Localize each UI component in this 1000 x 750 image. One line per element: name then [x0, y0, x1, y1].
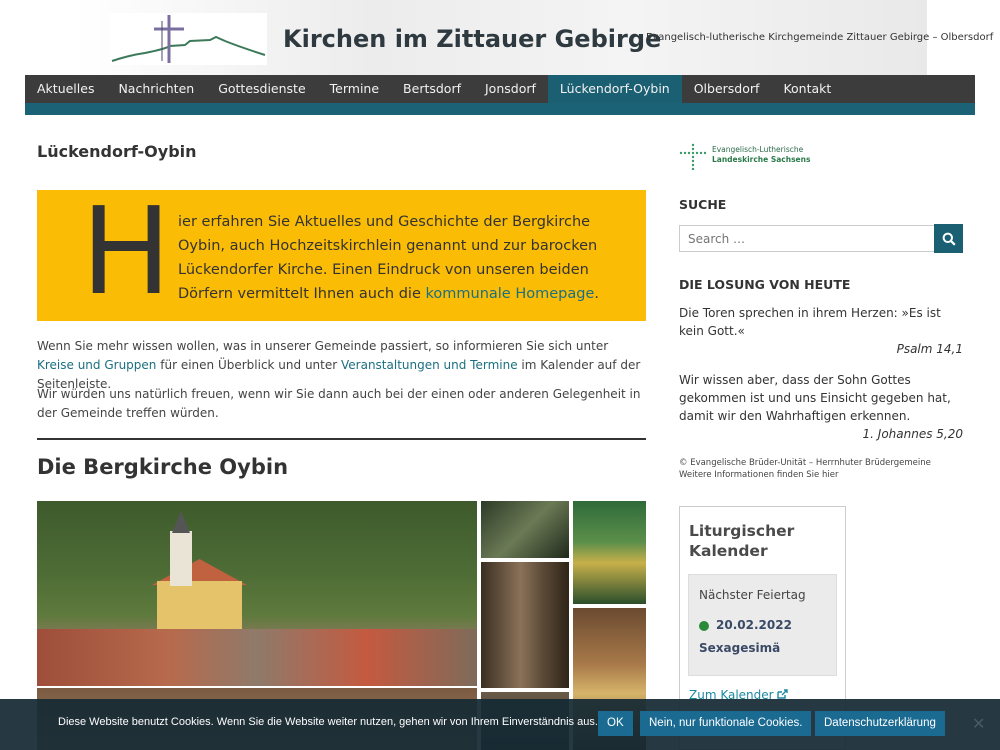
nav-accent-stripe — [25, 103, 975, 115]
losung-text-2: Wir wissen aber, dass der Sohn Gottes ge… — [679, 373, 951, 423]
cookie-ok-button[interactable]: OK — [598, 711, 633, 736]
cookie-message: Diese Website benutzt Cookies. Wenn Sie … — [58, 716, 598, 728]
next-holiday-box: Nächster Feiertag 20.02.2022 Sexagesimä — [688, 574, 837, 676]
divider — [37, 438, 646, 440]
losung-copyright: © Evangelische Brüder-Unität – Herrnhute… — [679, 458, 931, 468]
site-header: Kirchen im Zittauer Gebirge Evangelisch-… — [73, 0, 993, 75]
intro-text: ier erfahren Sie Aktuelles und Geschicht… — [178, 210, 628, 306]
next-holiday-label: Nächster Feiertag — [699, 588, 806, 602]
kreise-und-gruppen-link[interactable]: Kreise und Gruppen — [37, 358, 156, 372]
search-widget-title: SUCHE — [679, 197, 727, 212]
nav-item-aktuelles[interactable]: Aktuelles — [25, 75, 106, 103]
search-icon — [942, 232, 956, 246]
site-title[interactable]: Kirchen im Zittauer Gebirge — [283, 25, 661, 53]
landeskirche-logo[interactable]: Evangelisch-Lutherische Landeskirche Sac… — [679, 142, 810, 172]
intro-dropcap: H — [81, 183, 172, 322]
cookie-functional-only-button[interactable]: Nein, nur funktionale Cookies. — [640, 711, 812, 736]
cookie-banner: Diese Website benutzt Cookies. Wenn Sie … — [0, 699, 1000, 750]
external-link-icon — [777, 689, 789, 699]
info-text-a: Wenn Sie mehr wissen wollen, was in unse… — [37, 339, 609, 353]
church-spire-shape — [172, 511, 190, 533]
landeskirche-cross-icon — [679, 143, 707, 170]
main-navigation: Aktuelles Nachrichten Gottesdienste Term… — [25, 75, 975, 103]
village-roofs-shape — [37, 629, 477, 686]
next-holiday-name: Sexagesimä — [699, 641, 781, 655]
section-title: Die Bergkirche Oybin — [37, 455, 289, 479]
nav-item-bertsdorf[interactable]: Bertsdorf — [391, 75, 473, 103]
nav-item-termine[interactable]: Termine — [318, 75, 391, 103]
logo-line2: Landeskirche Sachsens — [712, 155, 811, 164]
liturgical-color-dot-icon — [699, 621, 709, 631]
site-description: Evangelisch-lutherische Kirchgemeinde Zi… — [646, 32, 994, 43]
kalender-title: Liturgischer Kalender — [689, 522, 795, 560]
intro-text-end: . — [594, 286, 599, 302]
logo-line1: Evangelisch-Lutherische — [712, 145, 804, 154]
search-button[interactable] — [934, 224, 963, 253]
nav-item-jonsdorf[interactable]: Jonsdorf — [473, 75, 548, 103]
gallery-photo-altar[interactable] — [573, 501, 646, 604]
gallery-photo-bergkirche[interactable] — [37, 501, 477, 686]
search-input[interactable] — [679, 225, 935, 252]
nav-item-nachrichten[interactable]: Nachrichten — [106, 75, 206, 103]
losung-reference-2: 1. Johannes 5,20 — [862, 427, 963, 441]
next-holiday-date: 20.02.2022 — [716, 618, 792, 632]
nav-item-gottesdienste[interactable]: Gottesdienste — [206, 75, 317, 103]
church-tower-shape — [170, 531, 192, 586]
info-text-b: für einen Überblick und unter — [156, 358, 341, 372]
nav-item-lueckendorf-oybin[interactable]: Lückendorf-Oybin — [547, 75, 682, 103]
cookie-close-icon[interactable]: ✕ — [972, 714, 985, 733]
gallery-photo-wooden-pillar[interactable] — [481, 562, 569, 688]
privacy-policy-button[interactable]: Datenschutzerklärung — [815, 711, 945, 736]
losung-widget-title: DIE LOSUNG VON HEUTE — [679, 277, 851, 292]
page-title: Lückendorf-Oybin — [37, 142, 197, 161]
nav-item-olbersdorf[interactable]: Olbersdorf — [682, 75, 772, 103]
welcome-paragraph: Wir würden uns natürlich freuen, wenn wi… — [37, 387, 641, 420]
losung-info-link[interactable]: Weitere Informationen finden Sie hier — [679, 469, 838, 481]
gallery-photo-interior-gallery[interactable] — [481, 501, 569, 558]
losung-reference-1: Psalm 14,1 — [896, 342, 963, 356]
site-logo[interactable] — [110, 13, 267, 65]
kommunale-homepage-link[interactable]: kommunale Homepage — [426, 286, 595, 302]
nav-item-kontakt[interactable]: Kontakt — [771, 75, 843, 103]
losung-text-1: Die Toren sprechen in ihrem Herzen: »Es … — [679, 306, 941, 338]
intro-box: H ier erfahren Sie Aktuelles und Geschic… — [37, 190, 646, 321]
landeskirche-logo-text: Evangelisch-Lutherische Landeskirche Sac… — [712, 145, 810, 165]
veranstaltungen-link[interactable]: Veranstaltungen und Termine — [341, 358, 518, 372]
